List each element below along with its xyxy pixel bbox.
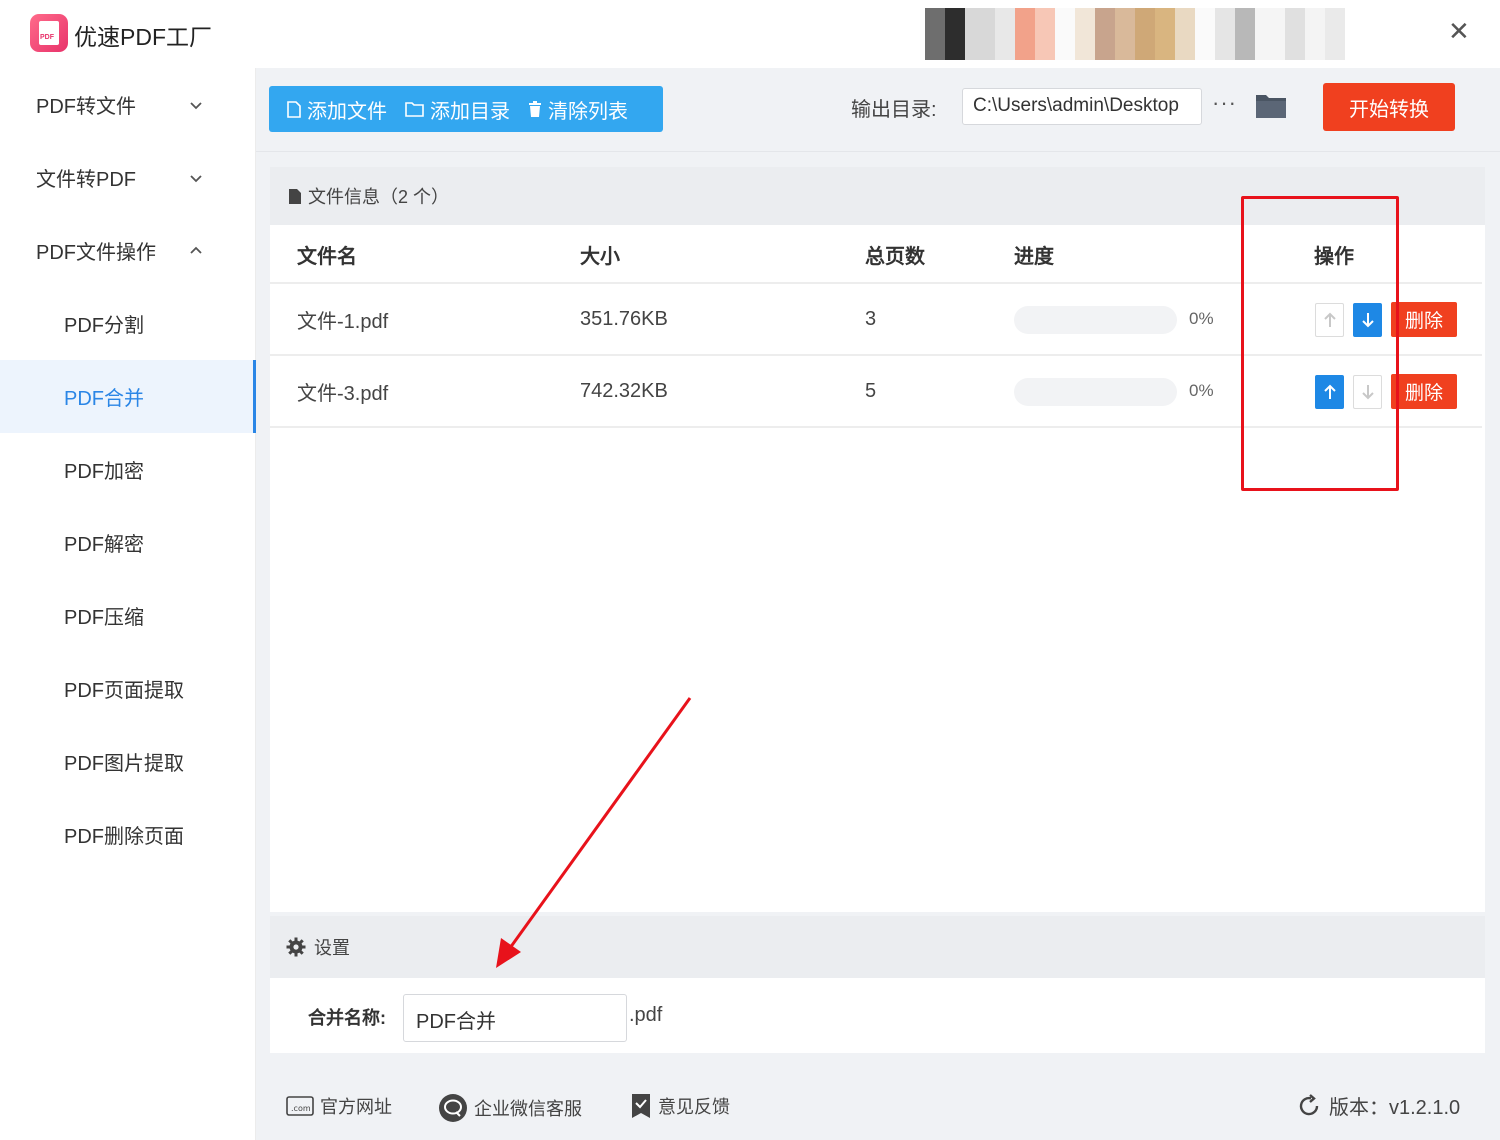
- website-link[interactable]: .com 官方网址: [286, 1093, 392, 1119]
- sidebar-group-pdf-operations[interactable]: PDF文件操作: [0, 214, 256, 287]
- svg-text:.com: .com: [291, 1104, 311, 1113]
- folder-icon[interactable]: [1255, 92, 1287, 120]
- document-icon: [289, 188, 301, 204]
- output-dir-label: 输出目录:: [851, 99, 937, 121]
- sidebar-item-pdf-split[interactable]: PDF分割: [0, 287, 256, 360]
- sidebar-item-pdf-compress[interactable]: PDF压缩: [0, 579, 256, 652]
- wechat-support-link[interactable]: 企业微信客服: [438, 1093, 582, 1123]
- sidebar-group-pdf-to-file[interactable]: PDF转文件: [0, 68, 256, 141]
- gear-icon: [286, 937, 306, 957]
- output-dir-input[interactable]: C:\Users\admin\Desktop: [962, 88, 1202, 125]
- close-button[interactable]: ✕: [1448, 16, 1470, 47]
- refresh-icon: [1299, 1093, 1319, 1115]
- progress-percent: 0%: [1189, 309, 1214, 328]
- chat-icon: [439, 1094, 467, 1122]
- sidebar-item-pdf-image-extract[interactable]: PDF图片提取: [0, 725, 256, 798]
- chevron-up-icon: [190, 246, 202, 254]
- dotcom-icon: .com: [286, 1096, 314, 1116]
- version-info[interactable]: 版本：v1.2.1.0: [1297, 1091, 1460, 1120]
- logo-icon: PDF: [30, 14, 68, 52]
- file-button-group: 添加文件 添加目录 清除列表: [269, 86, 663, 132]
- file-size: 742.32KB: [580, 379, 668, 402]
- file-extension: .pdf: [629, 1004, 663, 1026]
- add-file-button[interactable]: 添加文件: [269, 86, 387, 132]
- settings-body: 合并名称: PDF合并 .pdf: [270, 978, 1485, 1053]
- column-header-size: 大小: [580, 245, 620, 268]
- sidebar-group-file-to-pdf[interactable]: 文件转PDF: [0, 141, 256, 214]
- sidebar-item-pdf-decrypt[interactable]: PDF解密: [0, 506, 256, 579]
- annotation-highlight-box: [1241, 196, 1399, 491]
- title-bar: PDF 优速PDF工厂 ✕: [0, 0, 1500, 68]
- feedback-link[interactable]: 意见反馈: [630, 1093, 730, 1119]
- delete-button[interactable]: 删除: [1391, 374, 1457, 409]
- sidebar-item-pdf-delete-pages[interactable]: PDF删除页面: [0, 798, 256, 871]
- app-title: 优速PDF工厂: [74, 24, 212, 50]
- file-pages: 5: [865, 379, 877, 402]
- sidebar-item-pdf-page-extract[interactable]: PDF页面提取: [0, 652, 256, 725]
- settings-header: 设置: [270, 916, 1485, 978]
- sidebar: PDF转文件 文件转PDF PDF文件操作 PDF分割 PDF合并 PDF加密 …: [0, 68, 256, 1140]
- footer: .com 官方网址 企业微信客服 意见反馈 版本：v1.2.1.0: [256, 1071, 1500, 1140]
- column-header-name: 文件名: [297, 245, 357, 268]
- file-size: 351.76KB: [580, 307, 668, 330]
- toolbar: 添加文件 添加目录 清除列表 输出目录: C:\Users\admin\Desk…: [256, 68, 1500, 152]
- column-header-progress: 进度: [1014, 245, 1054, 268]
- file-icon: [287, 100, 301, 118]
- file-name: 文件-3.pdf: [297, 382, 389, 405]
- delete-button[interactable]: 删除: [1391, 302, 1457, 337]
- progress-bar: [1014, 378, 1177, 406]
- pixelated-user-info: [925, 8, 1345, 60]
- sidebar-item-pdf-encrypt[interactable]: PDF加密: [0, 433, 256, 506]
- progress-percent: 0%: [1189, 381, 1214, 400]
- trash-icon: [529, 100, 541, 117]
- sidebar-item-pdf-merge[interactable]: PDF合并: [0, 360, 256, 433]
- chevron-down-icon: [190, 101, 202, 109]
- file-pages: 3: [865, 307, 877, 330]
- column-header-pages: 总页数: [865, 245, 925, 268]
- chevron-down-icon: [190, 174, 202, 182]
- ellipsis-icon[interactable]: ···: [1212, 90, 1237, 116]
- feedback-icon: [632, 1094, 650, 1118]
- start-convert-button[interactable]: 开始转换: [1323, 83, 1455, 131]
- add-directory-button[interactable]: 添加目录: [387, 86, 510, 132]
- progress-bar: [1014, 306, 1177, 334]
- merge-name-label: 合并名称:: [308, 1008, 386, 1028]
- clear-list-button[interactable]: 清除列表: [510, 86, 628, 132]
- file-name: 文件-1.pdf: [297, 310, 389, 333]
- folder-outline-icon: [405, 102, 424, 117]
- merge-name-input[interactable]: PDF合并: [403, 994, 627, 1042]
